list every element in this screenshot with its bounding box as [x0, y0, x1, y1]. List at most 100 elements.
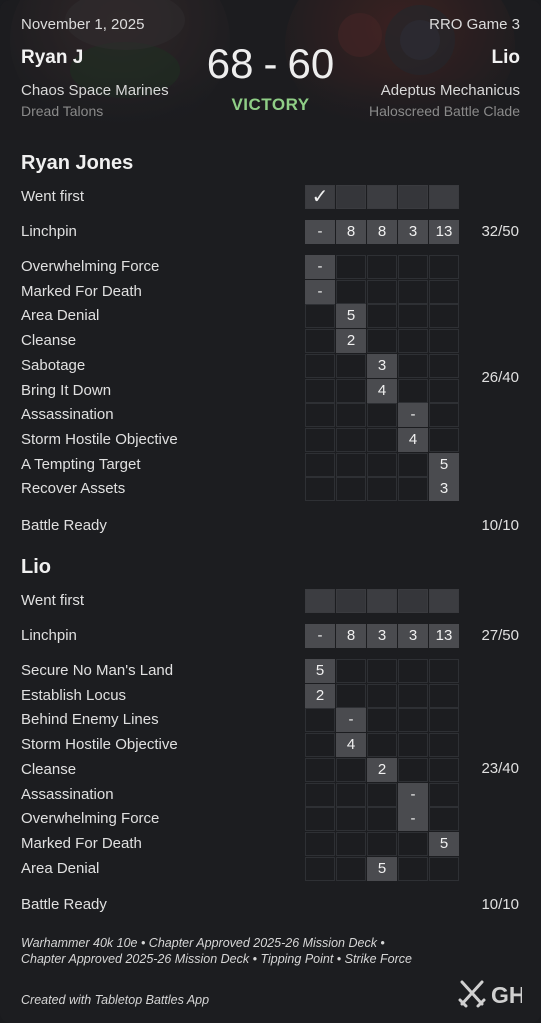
battle-report-card: November 1, 2025 RRO Game 3 Ryan J Lio 6…	[0, 0, 541, 1023]
secondary-empty-cell	[429, 329, 459, 354]
linchpin-label: Linchpin	[21, 627, 77, 644]
secondary-label: Secure No Man's Land	[21, 662, 174, 679]
secondary-label: Overwhelming Force	[21, 258, 160, 275]
linchpin-round-cell: -	[305, 624, 335, 648]
secondary-empty-cell	[429, 708, 459, 733]
score-separator: -	[263, 40, 278, 87]
went-first-cell	[429, 185, 459, 209]
linchpin-round-cell: 13	[429, 220, 459, 244]
player2-faction: Adeptus Mechanicus	[380, 82, 520, 99]
secondary-empty-cell	[398, 477, 428, 502]
secondary-empty-cell	[367, 831, 397, 856]
went-first-cell	[367, 589, 397, 613]
secondary-empty-cell	[367, 452, 397, 477]
went-first-label: Went first	[21, 188, 85, 205]
player2-score: 60	[287, 40, 335, 87]
secondary-score-cell: -	[305, 279, 335, 304]
went-first-cell	[336, 589, 366, 613]
secondary-empty-cell	[429, 757, 459, 782]
secondary-empty-cell	[367, 708, 397, 733]
linchpin-round-cell: 8	[336, 624, 366, 648]
linchpin-round-cell: 3	[398, 624, 428, 648]
secondary-empty-cell	[305, 304, 335, 329]
battle-ready-label: Battle Ready	[21, 517, 107, 534]
secondary-empty-cell	[398, 831, 428, 856]
secondary-empty-cell	[367, 807, 397, 832]
secondary-empty-cell	[336, 659, 366, 683]
linchpin-label: Linchpin	[21, 223, 77, 240]
secondary-score-cell: -	[398, 807, 428, 832]
secondary-label: Behind Enemy Lines	[21, 711, 159, 729]
went-first-cell	[398, 589, 428, 613]
crossed-swords-icon: GH	[458, 980, 522, 1008]
secondary-empty-cell	[305, 831, 335, 856]
player-name: Ryan Jones	[21, 152, 134, 174]
secondary-label: Assassination	[21, 406, 114, 424]
secondary-empty-cell	[336, 255, 366, 279]
linchpin-round-cell: 8	[336, 220, 366, 244]
secondary-empty-cell	[367, 477, 397, 502]
linchpin-round-cell: 3	[398, 220, 428, 244]
secondary-empty-cell	[367, 403, 397, 428]
secondary-label: Recover Assets	[21, 480, 126, 498]
secondary-empty-cell	[367, 659, 397, 683]
secondary-empty-cell	[398, 708, 428, 733]
secondary-empty-cell	[398, 659, 428, 683]
went-first-label: Went first	[21, 592, 85, 609]
secondary-empty-cell	[398, 279, 428, 304]
linchpin-round-cell: 13	[429, 624, 459, 648]
secondary-empty-cell	[336, 856, 366, 881]
secondary-empty-cell	[398, 733, 428, 758]
secondary-empty-cell	[429, 659, 459, 683]
player1-faction: Chaos Space Marines	[21, 82, 169, 99]
secondary-label: Cleanse	[21, 332, 77, 350]
secondary-total: 23/40	[481, 760, 519, 778]
secondary-empty-cell	[367, 304, 397, 329]
secondary-label: Area Denial	[21, 859, 100, 877]
secondary-empty-cell	[336, 279, 366, 304]
linchpin-round-cell: 8	[367, 220, 397, 244]
secondary-empty-cell	[305, 378, 335, 403]
went-first-cell	[336, 185, 366, 209]
secondary-score-cell: 5	[429, 452, 459, 477]
linchpin-round-cell: 3	[367, 624, 397, 648]
secondary-empty-cell	[336, 403, 366, 428]
went-first-cell	[305, 589, 335, 613]
secondary-empty-cell	[429, 427, 459, 452]
secondary-empty-cell	[367, 329, 397, 354]
secondary-label: Marked For Death	[21, 834, 142, 852]
secondary-empty-cell	[305, 427, 335, 452]
secondary-label: Bring It Down	[21, 381, 112, 399]
game-label: RRO Game 3	[429, 16, 520, 33]
secondary-empty-cell	[336, 378, 366, 403]
secondary-score-cell: 4	[367, 378, 397, 403]
report-header: November 1, 2025 RRO Game 3 Ryan J Lio 6…	[0, 0, 541, 140]
secondary-empty-cell	[305, 807, 335, 832]
secondary-label: A Tempting Target	[21, 455, 141, 473]
went-first-cell	[398, 185, 428, 209]
secondary-empty-cell	[398, 255, 428, 279]
secondary-empty-cell	[429, 353, 459, 378]
player2-subfaction: Haloscreed Battle Clade	[369, 103, 520, 119]
secondary-empty-cell	[367, 782, 397, 807]
secondary-empty-cell	[429, 255, 459, 279]
player1-score: 68	[206, 40, 254, 87]
secondary-score-cell: 2	[367, 757, 397, 782]
secondary-label: Area Denial	[21, 307, 100, 325]
secondary-empty-cell	[305, 329, 335, 354]
secondary-empty-cell	[429, 304, 459, 329]
secondary-empty-cell	[305, 403, 335, 428]
secondary-empty-cell	[429, 733, 459, 758]
secondary-score-cell: 4	[336, 733, 366, 758]
secondary-empty-cell	[305, 782, 335, 807]
player-name: Lio	[21, 556, 51, 578]
secondary-label: Assassination	[21, 785, 114, 803]
secondary-score-cell: 4	[398, 427, 428, 452]
secondary-label: Storm Hostile Objective	[21, 736, 178, 754]
secondary-empty-cell	[305, 733, 335, 758]
secondary-score-cell: -	[398, 403, 428, 428]
linchpin-total: 32/50	[481, 223, 519, 240]
secondary-empty-cell	[367, 683, 397, 708]
secondary-empty-cell	[305, 477, 335, 502]
secondary-empty-cell	[336, 477, 366, 502]
